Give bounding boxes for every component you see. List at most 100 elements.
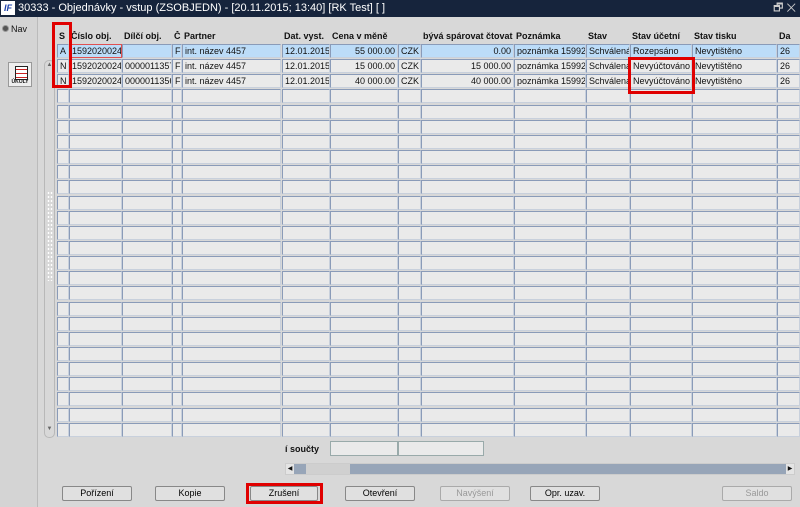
empty-cell[interactable] bbox=[69, 225, 122, 240]
empty-cell[interactable] bbox=[586, 422, 630, 437]
empty-cell[interactable] bbox=[514, 347, 586, 361]
empty-cell[interactable] bbox=[586, 225, 630, 240]
empty-cell[interactable] bbox=[586, 119, 630, 134]
table-cell[interactable]: 12.01.2015 bbox=[282, 44, 330, 58]
empty-cell[interactable] bbox=[172, 225, 182, 240]
empty-cell[interactable] bbox=[172, 89, 182, 104]
empty-cell[interactable] bbox=[586, 331, 630, 346]
empty-cell[interactable] bbox=[421, 225, 514, 240]
empty-cell[interactable] bbox=[692, 331, 777, 346]
empty-cell[interactable] bbox=[122, 301, 172, 316]
table-cell[interactable]: 26 bbox=[777, 59, 800, 74]
empty-cell[interactable] bbox=[172, 195, 182, 210]
empty-cell[interactable] bbox=[172, 301, 182, 316]
empty-cell[interactable] bbox=[57, 180, 69, 195]
empty-cell[interactable] bbox=[398, 104, 421, 119]
empty-cell[interactable] bbox=[282, 271, 330, 286]
empty-cell[interactable] bbox=[514, 225, 586, 240]
empty-cell[interactable] bbox=[122, 150, 172, 165]
empty-cell[interactable] bbox=[421, 150, 514, 165]
empty-cell[interactable] bbox=[398, 362, 421, 377]
empty-cell[interactable] bbox=[398, 240, 421, 255]
empty-cell[interactable] bbox=[282, 347, 330, 361]
horizontal-scrollbar[interactable]: ◀ ▶ bbox=[285, 463, 795, 475]
empty-cell[interactable] bbox=[692, 165, 777, 180]
empty-cell[interactable] bbox=[421, 195, 514, 210]
empty-cell[interactable] bbox=[172, 362, 182, 377]
empty-cell[interactable] bbox=[57, 89, 69, 104]
empty-cell[interactable] bbox=[172, 180, 182, 195]
table-cell[interactable]: CZK bbox=[398, 44, 421, 58]
empty-cell[interactable] bbox=[777, 362, 800, 377]
empty-cell[interactable] bbox=[330, 119, 398, 134]
empty-cell[interactable] bbox=[630, 210, 692, 225]
empty-cell[interactable] bbox=[182, 104, 281, 119]
empty-cell[interactable] bbox=[57, 104, 69, 119]
empty-cell[interactable] bbox=[122, 119, 172, 134]
table-cell[interactable]: 12.01.2015 bbox=[282, 74, 330, 89]
empty-cell[interactable] bbox=[777, 104, 800, 119]
empty-cell[interactable] bbox=[514, 316, 586, 331]
empty-cell[interactable] bbox=[514, 89, 586, 104]
empty-cell[interactable] bbox=[630, 195, 692, 210]
empty-cell[interactable] bbox=[421, 180, 514, 195]
empty-cell[interactable] bbox=[630, 347, 692, 361]
empty-cell[interactable] bbox=[330, 165, 398, 180]
table-cell[interactable]: 40 000.00 bbox=[421, 74, 514, 89]
table-cell[interactable]: Nevyúčtováno bbox=[630, 59, 692, 74]
empty-cell[interactable] bbox=[57, 150, 69, 165]
scroll-down-icon[interactable]: ▼ bbox=[45, 426, 54, 436]
empty-cell[interactable] bbox=[330, 286, 398, 301]
table-cell[interactable]: int. název 4457 bbox=[182, 59, 281, 74]
table-cell[interactable]: 0.00 bbox=[421, 44, 514, 58]
empty-cell[interactable] bbox=[777, 422, 800, 437]
empty-cell[interactable] bbox=[777, 316, 800, 331]
empty-cell[interactable] bbox=[398, 286, 421, 301]
empty-cell[interactable] bbox=[122, 256, 172, 271]
empty-cell[interactable] bbox=[57, 316, 69, 331]
empty-cell[interactable] bbox=[514, 271, 586, 286]
empty-cell[interactable] bbox=[692, 225, 777, 240]
table-cell[interactable]: 1592020024 bbox=[69, 59, 122, 74]
empty-cell[interactable] bbox=[630, 316, 692, 331]
empty-cell[interactable] bbox=[514, 331, 586, 346]
empty-cell[interactable] bbox=[777, 225, 800, 240]
empty-cell[interactable] bbox=[122, 347, 172, 361]
empty-cell[interactable] bbox=[69, 240, 122, 255]
empty-cell[interactable] bbox=[586, 89, 630, 104]
empty-cell[interactable] bbox=[692, 240, 777, 255]
empty-cell[interactable] bbox=[69, 89, 122, 104]
opr-uzav-button[interactable]: Opr. uzav. bbox=[530, 486, 600, 501]
empty-cell[interactable] bbox=[172, 286, 182, 301]
empty-cell[interactable] bbox=[330, 271, 398, 286]
table-cell[interactable]: int. název 4457 bbox=[182, 44, 281, 58]
column-header[interactable]: Partner bbox=[184, 31, 281, 41]
empty-cell[interactable] bbox=[172, 347, 182, 361]
empty-cell[interactable] bbox=[122, 271, 172, 286]
empty-cell[interactable] bbox=[398, 301, 421, 316]
empty-cell[interactable] bbox=[398, 407, 421, 422]
table-cell[interactable]: 15 000.00 bbox=[330, 59, 398, 74]
empty-cell[interactable] bbox=[630, 407, 692, 422]
empty-cell[interactable] bbox=[777, 286, 800, 301]
empty-cell[interactable] bbox=[172, 150, 182, 165]
column-header[interactable]: S bbox=[59, 31, 69, 41]
empty-cell[interactable] bbox=[282, 256, 330, 271]
table-cell[interactable]: Nevytištěno bbox=[692, 74, 777, 89]
empty-cell[interactable] bbox=[630, 119, 692, 134]
empty-cell[interactable] bbox=[69, 119, 122, 134]
empty-cell[interactable] bbox=[692, 316, 777, 331]
empty-cell[interactable] bbox=[514, 134, 586, 149]
empty-cell[interactable] bbox=[777, 180, 800, 195]
empty-cell[interactable] bbox=[330, 240, 398, 255]
empty-cell[interactable] bbox=[282, 225, 330, 240]
empty-cell[interactable] bbox=[586, 240, 630, 255]
empty-cell[interactable] bbox=[57, 134, 69, 149]
column-header[interactable]: Číslo obj. bbox=[71, 31, 122, 41]
empty-cell[interactable] bbox=[330, 301, 398, 316]
empty-cell[interactable] bbox=[282, 134, 330, 149]
empty-cell[interactable] bbox=[172, 422, 182, 437]
empty-cell[interactable] bbox=[421, 316, 514, 331]
empty-cell[interactable] bbox=[398, 316, 421, 331]
empty-cell[interactable] bbox=[514, 180, 586, 195]
